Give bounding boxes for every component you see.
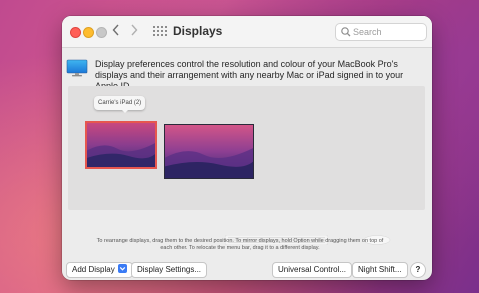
- night-shift-button[interactable]: Night Shift...: [352, 262, 408, 278]
- display-settings-button[interactable]: Display Settings...: [131, 262, 208, 278]
- display-icon: [66, 59, 88, 77]
- forward-button[interactable]: [130, 23, 138, 39]
- wallpaper-thumbnail: [87, 123, 155, 167]
- search-input[interactable]: [353, 24, 423, 40]
- universal-control-button[interactable]: Universal Control...: [272, 262, 353, 278]
- chevron-left-icon: [112, 24, 119, 36]
- search-field[interactable]: [335, 23, 427, 41]
- title-bar: Displays: [62, 16, 432, 48]
- tooltip-arrow: [121, 109, 129, 113]
- grid-icon[interactable]: [153, 26, 167, 37]
- minimize-button[interactable]: [83, 27, 94, 38]
- arrangement-hint: To rearrange displays, drag them to the …: [96, 238, 384, 251]
- wallpaper-thumbnail: [165, 125, 253, 178]
- zoom-button[interactable]: [96, 27, 107, 38]
- ipad-display-thumbnail[interactable]: [85, 121, 157, 169]
- back-button[interactable]: [112, 23, 120, 39]
- macbook-display-thumbnail[interactable]: [164, 124, 254, 179]
- display-arrangement-area[interactable]: Carrie's iPad (2): [68, 86, 425, 210]
- display-tooltip: Carrie's iPad (2): [94, 96, 146, 110]
- window-title: Displays: [173, 24, 223, 38]
- search-icon: [341, 27, 351, 37]
- chevron-right-icon: [131, 24, 138, 36]
- add-display-button[interactable]: Add Display: [66, 262, 133, 278]
- close-button[interactable]: [70, 27, 81, 38]
- help-button[interactable]: ?: [410, 262, 426, 278]
- chevron-down-icon: [117, 264, 127, 273]
- add-display-label: Add Display: [72, 265, 115, 274]
